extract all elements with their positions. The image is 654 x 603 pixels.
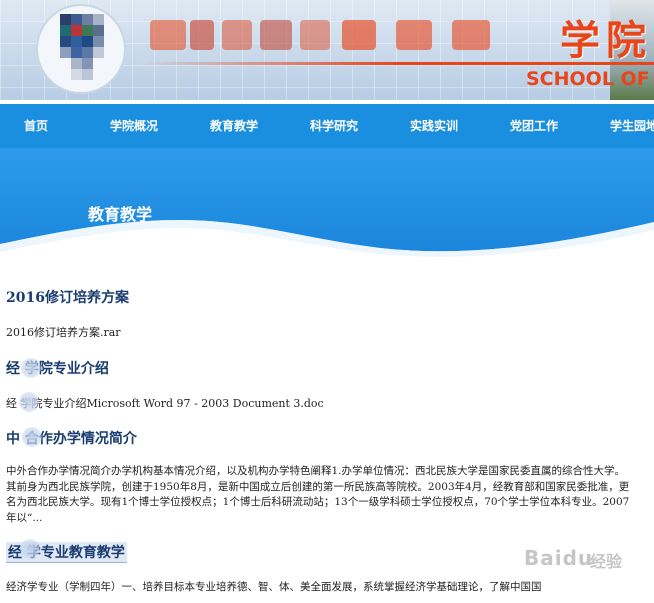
nav-item-home[interactable]: 首页 — [24, 104, 48, 148]
logo-mosaic — [60, 14, 104, 84]
nav-item-students[interactable]: 学生园地 — [610, 104, 654, 148]
redaction-blot — [22, 427, 42, 447]
nav-item-practice[interactable]: 实践实训 — [410, 104, 458, 148]
nav-item-research[interactable]: 科学研究 — [310, 104, 358, 148]
section-summary-joint-program: 中外合作办学情况简介办学机构基本情况介绍，以及机构办学特色阐释1.办学单位情况：… — [6, 465, 630, 524]
school-name-obscured — [150, 6, 570, 56]
school-logo[interactable] — [36, 4, 126, 94]
nav-item-about[interactable]: 学院概况 — [110, 104, 158, 148]
page-hero: 教育教学 — [0, 148, 654, 258]
header-banner: 学院 SCHOOL OF — [0, 0, 654, 100]
attachment-link-training-plan[interactable]: 2016修订培养方案.rar — [6, 324, 121, 340]
nav-item-party[interactable]: 党团工作 — [510, 104, 558, 148]
watermark-suffix: 经验 — [590, 552, 623, 571]
redaction-blot — [19, 392, 39, 412]
page-title: 教育教学 — [88, 205, 153, 224]
redaction-blot — [21, 358, 41, 378]
section-heading-training-plan[interactable]: 2016修订培养方案 — [6, 287, 129, 307]
section-summary-economics: 经济学专业（学制四年）一、培养目标本专业培养德、智、体、美全面发展，系统掌握经济… — [6, 581, 542, 593]
redaction-blot — [20, 539, 40, 559]
school-english-name: SCHOOL OF — [526, 68, 650, 90]
nav-item-education[interactable]: 教育教学 — [210, 104, 258, 148]
attachment-link-majors[interactable]: 经 学院专业介绍Microsoft Word 97 - 2003 Documen… — [6, 395, 324, 411]
baidu-watermark: Baidu 经验 — [498, 542, 648, 572]
watermark-brand: Baidu — [524, 546, 594, 570]
banner-divider — [140, 62, 654, 65]
main-nav: 首页 学院概况 教育教学 科学研究 实践实训 党团工作 学生园地 — [0, 104, 654, 148]
school-name-visible: 学院 — [560, 18, 652, 64]
